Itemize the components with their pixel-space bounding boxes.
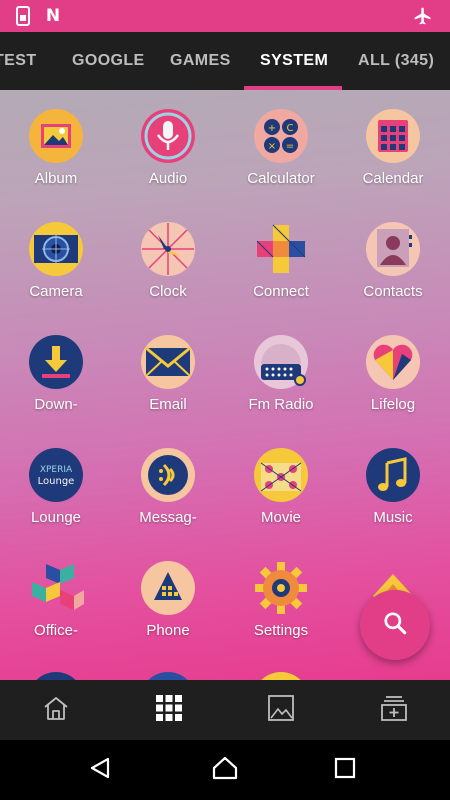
app-phone[interactable]: Phone <box>112 542 224 655</box>
app-calendar[interactable]: Calendar <box>337 90 449 203</box>
svg-text:C: C <box>287 123 294 134</box>
tab-google[interactable]: GOOGLE <box>72 32 145 90</box>
calendar-icon <box>365 108 421 164</box>
status-bar: N <box>0 0 450 32</box>
app-label: Lounge <box>30 509 82 526</box>
search-fab[interactable] <box>360 590 430 660</box>
app-label: Connect <box>253 283 309 300</box>
email-icon <box>140 334 196 390</box>
clock-icon <box>140 221 196 277</box>
add-widget-button[interactable] <box>374 690 414 730</box>
app-label: Office- <box>34 622 78 639</box>
gallery-button[interactable] <box>261 690 301 730</box>
app-calculator[interactable]: + C × = Calculator <box>225 90 337 203</box>
app-camera[interactable]: Camera <box>0 203 112 316</box>
calculator-icon: + C × = <box>253 108 309 164</box>
app-label: Phone <box>146 622 190 639</box>
radio-icon <box>253 334 309 390</box>
app-label: Down- <box>34 396 78 413</box>
app-lounge[interactable]: XPERIA Lounge Lounge <box>0 429 112 542</box>
app-lifelog[interactable]: Lifelog <box>337 316 449 429</box>
heart-icon <box>365 334 421 390</box>
home-nav-button[interactable] <box>207 752 243 788</box>
app-label: Music <box>373 509 413 526</box>
app-music[interactable]: Music <box>337 429 449 542</box>
app-label: Fm Radio <box>248 396 314 413</box>
lounge-text: Lounge <box>38 476 75 487</box>
app-label: Lifelog <box>370 396 416 413</box>
recents-icon <box>334 757 356 784</box>
app-downloads[interactable]: Down- <box>0 316 112 429</box>
tab-all[interactable]: ALL (345) <box>358 32 434 90</box>
svg-text:+: + <box>268 123 276 134</box>
music-note-icon <box>365 447 421 503</box>
app-label: Audio <box>148 170 188 187</box>
svg-text:×: × <box>268 141 276 152</box>
app-movie[interactable]: Movie <box>225 429 337 542</box>
contacts-icon <box>365 221 421 277</box>
app-label: Messag- <box>139 509 197 526</box>
app-album[interactable]: Album <box>0 90 112 203</box>
app-label: Movie <box>260 509 301 526</box>
app-label: Settings <box>253 622 309 639</box>
office-cube-icon <box>28 560 84 616</box>
back-icon <box>88 756 112 785</box>
gallery-icon <box>267 694 295 727</box>
n-letter-icon: N <box>45 6 61 26</box>
download-icon <box>28 334 84 390</box>
storage-card-icon <box>12 5 34 27</box>
tab-system[interactable]: SYSTEM <box>260 32 328 90</box>
xperia-text: XPERIA <box>40 465 73 475</box>
category-tabs: TEST GOOGLE GAMES SYSTEM ALL (345) <box>0 32 450 90</box>
apps-grid-icon <box>155 694 183 727</box>
dock <box>0 680 450 740</box>
app-messaging[interactable]: Messag- <box>112 429 224 542</box>
movie-icon <box>253 447 309 503</box>
home-nav-icon <box>212 756 238 785</box>
camera-icon <box>28 221 84 277</box>
app-label: Calculator <box>247 170 315 187</box>
app-label: Contacts <box>363 283 423 300</box>
system-nav-bar <box>0 740 450 800</box>
app-clock[interactable]: Clock <box>112 203 224 316</box>
svg-text:=: = <box>286 141 294 152</box>
tab-games[interactable]: GAMES <box>170 32 231 90</box>
xperia-lounge-icon: XPERIA Lounge <box>28 447 84 503</box>
partial-row-icon <box>140 672 196 680</box>
recents-button[interactable] <box>327 752 363 788</box>
tab-test[interactable]: TEST <box>0 32 37 90</box>
app-fm-radio[interactable]: Fm Radio <box>225 316 337 429</box>
home-icon <box>42 695 70 726</box>
airplane-mode-icon <box>412 5 434 27</box>
app-label: Camera <box>29 283 83 300</box>
add-widget-icon <box>380 694 408 727</box>
back-button[interactable] <box>82 752 118 788</box>
microphone-icon <box>140 108 196 164</box>
album-icon <box>28 108 84 164</box>
app-settings[interactable]: Settings <box>225 542 337 655</box>
app-audio[interactable]: Audio <box>112 90 224 203</box>
message-icon <box>140 447 196 503</box>
search-icon <box>382 610 408 641</box>
phone-icon <box>140 560 196 616</box>
app-office[interactable]: Office- <box>0 542 112 655</box>
app-label: Clock <box>149 283 187 300</box>
app-label: Email <box>149 396 187 413</box>
app-contacts[interactable]: Contacts <box>337 203 449 316</box>
apps-grid-button[interactable] <box>149 690 189 730</box>
app-email[interactable]: Email <box>112 316 224 429</box>
partial-row-icon <box>253 672 309 680</box>
partial-row-icon <box>28 672 84 680</box>
app-connect[interactable]: Connect <box>225 203 337 316</box>
app-label: Calendar <box>362 170 424 187</box>
connect-icon <box>253 221 309 277</box>
gear-icon <box>253 560 309 616</box>
home-dock-button[interactable] <box>36 690 76 730</box>
app-label: Album <box>34 170 78 187</box>
